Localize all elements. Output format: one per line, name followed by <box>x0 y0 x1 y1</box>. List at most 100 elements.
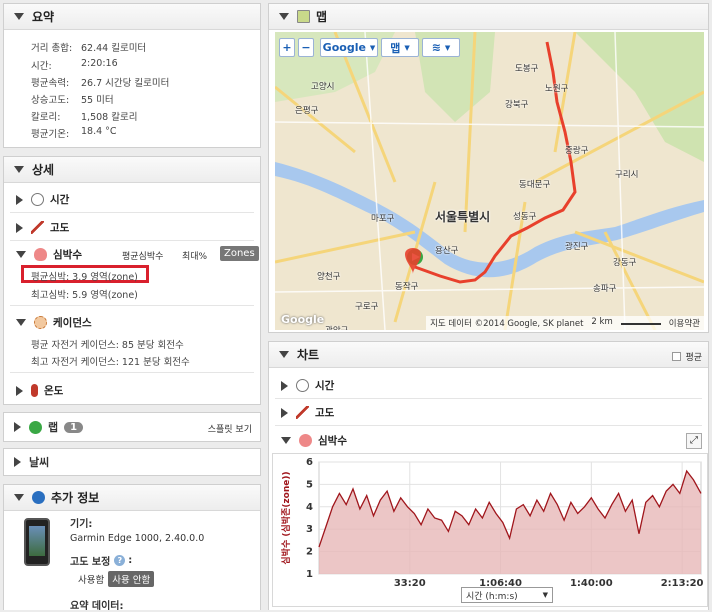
expand-triangle-icon <box>16 194 23 205</box>
map-attribution-bar: 지도 데이터 ©2014 Google, SK planet 2 km 이용약관 <box>426 316 704 330</box>
smooth-toggle[interactable]: 평균 <box>672 350 702 363</box>
y-tick-label: 4 <box>306 502 313 513</box>
info-icon <box>32 491 45 504</box>
elevation-correction-toggle: 사용함 사용 안함 <box>78 571 155 587</box>
map-place-label: 은평구 <box>295 106 319 116</box>
chart-hr-toggle[interactable]: 심박수 <box>281 433 347 448</box>
map-place-label: 용산구 <box>435 246 459 256</box>
y-tick-label: 1 <box>306 569 313 580</box>
summary-value: 26.7 시간당 킬로미터 <box>81 78 170 89</box>
details-hr-toggle[interactable]: 심박수 <box>16 247 82 262</box>
clock-icon <box>31 193 44 206</box>
summary-value: 62.44 킬로미터 <box>81 43 147 54</box>
summary-row: 거리 총합: 62.44 킬로미터 <box>31 40 146 54</box>
map-place-label: 도봉구 <box>515 64 539 74</box>
map-canvas[interactable]: 고양시서울특별시 구리시마포구용산구 성동구광진구강동구송파구 양천구구로구관악구 강북… <box>275 32 704 330</box>
y-axis-label: 심박수 (심박존(zone)) <box>280 471 292 564</box>
x-axis-select[interactable]: 시간 (h:m:s) ▼ <box>461 587 553 603</box>
scale-bar <box>620 317 661 325</box>
zoom-out-button[interactable]: − <box>298 38 314 57</box>
summary-row: 시간: 2:20:16 <box>31 58 118 72</box>
cadence-max-line: 최고 자전거 케이던스: 121 분당 회전수 <box>31 357 190 368</box>
divider <box>10 240 254 241</box>
chart-hr-label: 심박수 <box>318 435 347 447</box>
collapse-triangle-icon <box>279 13 289 20</box>
thermometer-icon <box>31 384 38 397</box>
device-value: Garmin Edge 1000, 2.40.0.0 <box>70 533 205 544</box>
chart-time-label: 시간 <box>315 380 335 392</box>
hr-max-option[interactable]: 최대% <box>182 249 207 262</box>
summary-key: 평균속력: <box>31 78 70 89</box>
summary-panel: 요약 거리 총합: 62.44 킬로미터 시간: 2:20:16 평균속력: 26.7… <box>3 3 261 148</box>
smooth-label: 평균 <box>685 353 702 363</box>
zones-button[interactable]: Zones <box>220 246 259 261</box>
google-logo: Google <box>281 313 325 326</box>
extra-info-panel: 추가 정보 기기: Garmin Edge 1000, 2.40.0.0 고도 … <box>3 484 261 612</box>
terms-link[interactable]: 이용약관 <box>669 317 700 329</box>
cadence-icon <box>34 316 47 329</box>
map-place-label: 마포구 <box>371 214 395 224</box>
x-tick-label: 2:13:20 <box>661 578 704 589</box>
collapse-triangle-icon <box>16 319 26 326</box>
summary-row: 칼로리: 1,508 칼로리 <box>31 109 137 123</box>
provider-label: Google <box>322 41 366 54</box>
expand-icon[interactable]: ⤢ <box>686 433 702 449</box>
cadence-avg-line: 평균 자전거 케이던스: 85 분당 회전수 <box>31 340 184 351</box>
lap-icon <box>29 420 42 434</box>
map-place-label: 관악구 <box>325 324 348 330</box>
layers-select[interactable]: ≋ ▼ <box>422 38 460 57</box>
zoom-in-button[interactable]: + <box>279 38 295 57</box>
map-header[interactable]: 맵 <box>269 4 708 30</box>
details-elevation-toggle[interactable]: 고도 <box>16 220 69 235</box>
details-cadence-label: 케이던스 <box>53 317 92 329</box>
details-cadence-toggle[interactable]: 케이던스 <box>16 315 92 330</box>
chart-header[interactable]: 차트 <box>269 342 708 368</box>
summary-header[interactable]: 요약 <box>4 4 260 30</box>
laps-count-badge: 1 <box>64 421 84 433</box>
collapse-triangle-icon <box>16 251 26 258</box>
elevation-correction-label: 고도 보정 ? : <box>70 553 132 568</box>
smooth-checkbox[interactable] <box>672 352 682 361</box>
device-image <box>24 518 50 566</box>
summary-key: 상승고도: <box>31 95 70 106</box>
chart-elevation-toggle[interactable]: 고도 <box>281 405 334 420</box>
map-scale: 2 km <box>591 317 613 327</box>
maptype-select[interactable]: 맵 ▼ <box>381 38 419 57</box>
summary-row: 평균속력: 26.7 시간당 킬로미터 <box>31 75 169 89</box>
details-time-label: 시간 <box>50 194 70 206</box>
details-title: 상세 <box>32 163 55 177</box>
chart-elevation-label: 고도 <box>315 407 335 419</box>
map-place-label: 중랑구 <box>565 146 589 156</box>
help-icon[interactable]: ? <box>114 555 126 566</box>
collapse-triangle-icon <box>14 494 24 501</box>
hr-chart: 1 2 3 4 5 6 33:20 1:06:40 1:40:00 2:13:20 심박수 (심박… <box>272 453 708 607</box>
collapse-triangle-icon <box>14 166 24 173</box>
chevron-down-icon: ▼ <box>369 43 376 52</box>
summary-row: 평균기온: 18.4 °C <box>31 126 117 140</box>
provider-select[interactable]: Google ▼ <box>320 38 378 57</box>
elevation-icon <box>296 406 309 419</box>
map-place-label: 성동구 <box>513 212 537 222</box>
hr-avg-option[interactable]: 평균심박수 <box>122 249 163 262</box>
details-header[interactable]: 상세 <box>4 157 260 183</box>
split-view-link[interactable]: 스플릿 보기 <box>208 422 252 435</box>
details-temp-label: 온도 <box>44 385 64 397</box>
use-option[interactable]: 사용함 <box>78 572 104 586</box>
details-temp-toggle[interactable]: 온도 <box>16 383 63 398</box>
details-time-toggle[interactable]: 시간 <box>16 192 69 207</box>
divider <box>10 305 254 306</box>
chart-time-toggle[interactable]: 시간 <box>281 378 334 393</box>
extra-info-header[interactable]: 추가 정보 <box>4 485 260 511</box>
y-tick-label: 6 <box>306 457 313 468</box>
chart-title: 차트 <box>297 348 320 362</box>
map-place-label: 양천구 <box>317 272 341 282</box>
hr-chart-svg: 12345633:20 1:06:40 1:40:00 2:13:20 심박수 (심박… <box>280 457 704 589</box>
weather-header[interactable]: 날씨 <box>4 449 260 475</box>
divider <box>10 212 254 213</box>
map-title: 맵 <box>316 10 328 24</box>
maptype-label: 맵 <box>390 41 401 55</box>
details-hr-label: 심박수 <box>53 249 82 261</box>
weather-panel: 날씨 <box>3 448 261 476</box>
expand-triangle-icon <box>281 380 288 391</box>
no-use-option[interactable]: 사용 안함 <box>108 571 155 587</box>
